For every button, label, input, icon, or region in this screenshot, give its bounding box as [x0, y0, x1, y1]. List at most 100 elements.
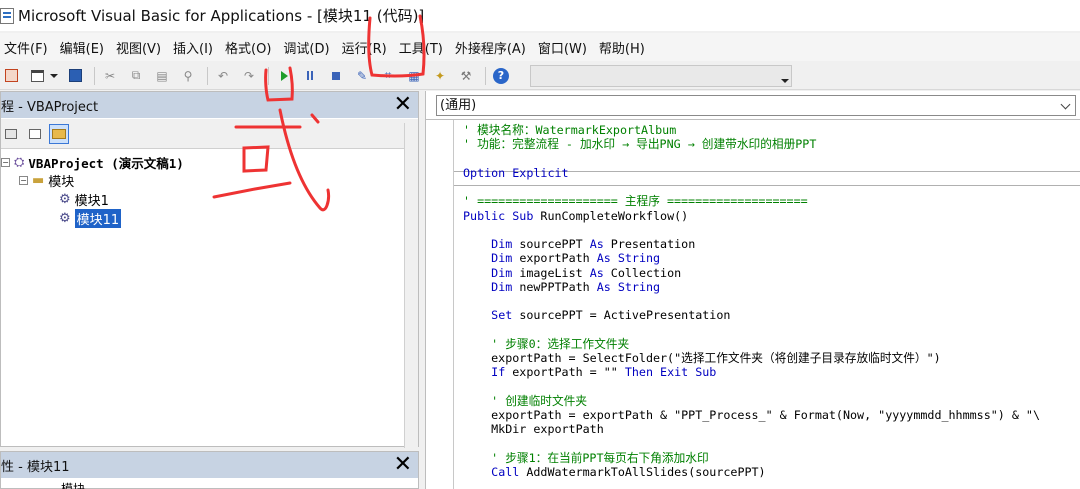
code-token: Presentation [603, 237, 696, 251]
code-token: Option Explicit [463, 165, 569, 180]
chevron-down-icon[interactable] [48, 65, 60, 87]
code-line: ' ==================== 主程序 =============… [463, 194, 1040, 208]
close-icon[interactable]: ✕ [394, 94, 412, 116]
code-editor[interactable]: ' 模块名称：WatermarkExportAlbum ' 功能：完整流程 - 加… [426, 119, 1080, 489]
code-token: exportPath = exportPath & "PPT_Process_"… [463, 408, 1040, 422]
code-line: exportPath = exportPath & "PPT_Process_"… [463, 408, 1040, 422]
menu-item-10[interactable]: 帮助(H) [595, 38, 651, 57]
code-token: AddWatermarkToAllSlides(sourcePPT) [519, 465, 766, 479]
code-token: exportPath = "" [505, 365, 625, 380]
code-token: ' 模块名称：WatermarkExportAlbum [463, 123, 677, 137]
menu-item-1[interactable]: 编辑(E) [56, 38, 110, 57]
code-token: ' 创建临时文件夹 [463, 393, 588, 408]
paste-icon[interactable]: ▤ [151, 65, 173, 87]
project-pane-toolbar [1, 119, 418, 149]
title-bar: Microsoft Visual Basic for Applications … [0, 0, 1080, 31]
menu-item-4[interactable]: 格式(O) [221, 38, 277, 57]
tree-item-vbaproject[interactable]: − ⛭ VBAProject (演示文稿1) [1, 153, 184, 171]
code-token: imageList [512, 265, 590, 280]
powerpoint-view-icon[interactable] [0, 65, 22, 87]
code-token: Collection [603, 265, 682, 280]
collapse-icon[interactable]: − [19, 175, 28, 185]
code-token: MkDir exportPath [463, 422, 604, 437]
tree-item-module11[interactable]: ⚙ 模块11 [59, 208, 122, 228]
standard-toolbar: ✂ ⧉ ▤ ⚲ ↶ ↷ ✎ ⌗ ▦ ✦ ⚒ ? [0, 62, 1080, 90]
code-token: RunCompleteWorkflow() [533, 208, 689, 223]
code-line: Dim exportPath As String [463, 251, 1040, 265]
code-line: ' 功能：完整流程 - 加水印 → 导出PNG → 创建带水印的相册PPT [463, 137, 1040, 151]
code-token: ' 步骤0：选择工作文件夹 [463, 336, 630, 351]
project-explorer-icon[interactable]: ⌗ [377, 65, 399, 87]
code-token: Dim [491, 265, 513, 280]
toolbar-separator [207, 66, 208, 85]
code-line: Dim sourcePPT As Presentation [463, 237, 1040, 251]
tree-item-module1[interactable]: ⚙ 模块1 [59, 190, 109, 209]
code-line: Call AddWatermarkToAllSlides(sourcePPT) [463, 465, 1040, 479]
project-vertical-scrollbar[interactable] [404, 123, 418, 448]
code-token: ' 步骤1：在当前PPT每页右下角添加水印 [463, 450, 709, 465]
redo-icon[interactable]: ↷ [238, 65, 260, 87]
cut-icon[interactable]: ✂ [99, 65, 121, 87]
menu-item-2[interactable]: 视图(V) [112, 38, 167, 57]
break-icon[interactable] [299, 65, 321, 87]
code-line: ' 模块名称：WatermarkExportAlbum [463, 123, 1040, 137]
code-token: Call [491, 465, 520, 479]
object-combo-box[interactable]: (通用) [436, 95, 1076, 116]
code-token: exportPath = SelectFolder("选择工作文件夹（将创建子目… [463, 351, 941, 365]
undo-icon[interactable]: ↶ [212, 65, 234, 87]
find-icon[interactable]: ⚲ [177, 65, 199, 87]
reset-icon[interactable] [325, 65, 347, 87]
collapse-icon[interactable]: − [1, 157, 10, 167]
run-icon[interactable] [273, 65, 295, 87]
project-explorer-pane: 程 - VBAProject ✕ − ⛭ VBAProject (演示文稿1) … [0, 91, 419, 448]
project-pane-title: 程 - VBAProject [1, 99, 99, 115]
code-line: ' 创建临时文件夹 [463, 394, 1040, 408]
toolbox-icon[interactable]: ⚒ [455, 65, 477, 87]
copy-icon[interactable]: ⧉ [125, 65, 147, 87]
code-line: ' 步骤1：在当前PPT每页右下角添加水印 [463, 451, 1040, 465]
properties-pane-title: 性 - 模块11 [1, 459, 70, 475]
code-window: (通用) ' 模块名称：WatermarkExportAlbum ' 功能：完整流… [425, 91, 1080, 489]
code-token: Dim [491, 237, 513, 251]
code-line: ' 步骤0：选择工作文件夹 [463, 337, 1040, 351]
close-icon[interactable]: ✕ [394, 454, 412, 476]
menu-item-9[interactable]: 窗口(W) [534, 38, 593, 57]
object-browser-icon[interactable]: ✦ [429, 65, 451, 87]
menu-item-7[interactable]: 工具(T) [395, 38, 449, 57]
menu-item-0[interactable]: 文件(F) [0, 38, 54, 57]
view-code-icon[interactable] [1, 124, 21, 144]
design-mode-icon[interactable]: ✎ [351, 65, 373, 87]
code-token: Dim [491, 251, 513, 266]
view-object-icon[interactable] [25, 124, 45, 144]
save-icon[interactable] [64, 65, 86, 87]
toggle-folders-icon[interactable] [49, 123, 69, 144]
menu-item-6[interactable]: 运行(R) [338, 38, 393, 57]
code-line: If exportPath = "" Then Exit Sub [463, 365, 1040, 379]
module-icon: ⚙ [59, 210, 71, 226]
insert-userform-icon[interactable] [26, 65, 48, 87]
module-icon: ⚙ [59, 191, 71, 207]
code-token: String [617, 279, 661, 294]
window-title: Microsoft Visual Basic for Applications … [18, 7, 425, 25]
menu-item-5[interactable]: 调试(D) [279, 38, 335, 57]
menu-item-3[interactable]: 插入(I) [169, 38, 219, 57]
help-icon[interactable]: ? [490, 65, 512, 87]
code-text: ' 模块名称：WatermarkExportAlbum ' 功能：完整流程 - 加… [463, 123, 1040, 479]
chevron-down-icon [781, 78, 789, 83]
code-token: Then Exit Sub [624, 365, 717, 380]
code-token: If [491, 365, 506, 380]
menu-item-8[interactable]: 外接程序(A) [451, 38, 532, 57]
code-token: ' ==================== 主程序 =============… [463, 194, 808, 209]
code-token: Dim [491, 279, 513, 294]
properties-icon[interactable]: ▦ [403, 65, 425, 87]
tree-item-modules-folder[interactable]: − ▬ 模块 [19, 171, 74, 190]
properties-object-combo[interactable]: 模块 [1, 480, 85, 489]
position-box[interactable] [530, 64, 792, 87]
